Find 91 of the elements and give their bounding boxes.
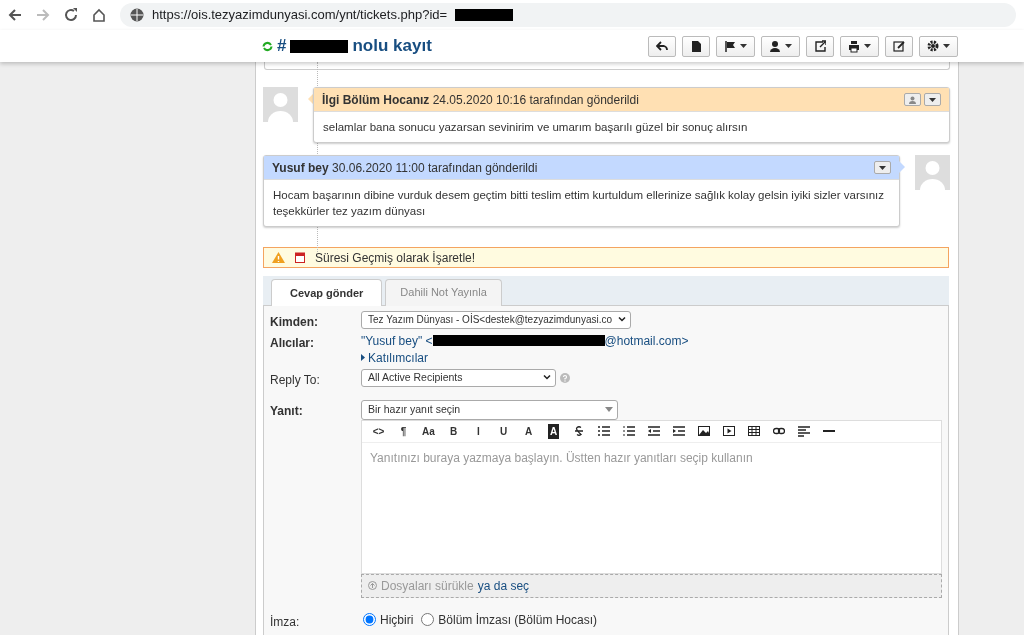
document-icon	[690, 39, 702, 53]
redaction-block	[455, 9, 514, 21]
user-icon	[769, 39, 781, 53]
field-label: Reply To:	[270, 371, 321, 389]
caret-icon	[740, 44, 747, 48]
reply-arrow-icon	[656, 39, 668, 53]
reload-icon[interactable]	[64, 8, 78, 22]
help-icon	[560, 372, 570, 383]
toolbar-button[interactable]	[682, 35, 710, 57]
caret-icon	[785, 44, 792, 48]
globe-icon	[130, 8, 144, 22]
caret-icon	[943, 44, 950, 48]
select-value: Tez Yazım Dünyası - OİS<destek@tezyazimdunyasi.co	[368, 312, 613, 327]
field-label: Alıcılar:	[270, 334, 315, 352]
bulleted-list-icon[interactable]	[597, 425, 610, 437]
format-button[interactable]: A	[541, 421, 566, 441]
share-icon	[814, 39, 826, 53]
message-meta: İlgi Bölüm Hocanız 24.05.2020 10:16 tarafından gönderildi	[322, 91, 639, 109]
toolbar-button[interactable]	[806, 35, 834, 57]
select-value: All Active Recipients	[368, 369, 463, 385]
toolbar-button[interactable]	[840, 35, 879, 57]
back-icon[interactable]	[8, 8, 22, 22]
toolbar-button[interactable]	[919, 35, 958, 57]
toolbar-button[interactable]	[716, 35, 755, 57]
align-left-icon[interactable]	[797, 425, 810, 437]
caret-right-icon	[361, 354, 365, 361]
caret-icon	[879, 165, 886, 170]
indent-icon[interactable]	[672, 425, 685, 437]
radio-button[interactable]	[363, 613, 376, 626]
caret-icon	[864, 44, 871, 48]
signature-option[interactable]: Bölüm İmzası (Bölüm Hocası)	[421, 610, 598, 629]
file-drop-zone[interactable]: Dosyaları sürükle ya da seç	[361, 573, 942, 598]
avatar-silhouette-icon	[915, 155, 950, 190]
tab[interactable]: Cevap gönder	[271, 279, 383, 306]
table-icon[interactable]	[747, 425, 760, 437]
edit-icon	[893, 39, 905, 53]
url-text: https://ois.tezyazimdunyasi.com/ynt/tickets.php?id=	[152, 6, 448, 25]
format-button[interactable]: B	[441, 421, 466, 441]
avatar-silhouette-icon	[263, 87, 298, 122]
refresh-icon[interactable]	[262, 40, 273, 52]
link-icon[interactable]	[772, 425, 785, 437]
drop-text: Dosyaları sürükle	[381, 577, 474, 595]
from-select[interactable]: Tez Yazım Dünyası - OİS<destek@tezyazimdunyasi.co	[361, 310, 632, 329]
format-button[interactable]: <>	[366, 421, 391, 441]
outdent-icon[interactable]	[647, 425, 660, 437]
signature-option[interactable]: Hiçbiri	[363, 610, 414, 629]
toolbar-button[interactable]	[885, 35, 913, 57]
strikethrough-icon[interactable]	[572, 425, 585, 437]
format-button[interactable]: Aa	[416, 421, 441, 441]
field-label: İmza:	[270, 613, 301, 631]
reply-to-select[interactable]: All Active Recipients	[361, 368, 556, 387]
user-icon	[909, 95, 916, 104]
mark-overdue-link[interactable]: Süresi Geçmiş olarak İşaretle!	[315, 248, 476, 267]
chevron-down-icon	[543, 375, 551, 380]
address-bar[interactable]: https://ois.tezyazimdunyasi.com/ynt/tickets.php?id=	[120, 3, 1016, 27]
chevron-down-icon	[605, 407, 613, 412]
participants-link[interactable]: Katılımcılar	[361, 348, 428, 367]
format-button[interactable]: U	[491, 421, 516, 441]
message-body: Hocam başarının dibine vurduk desem geçtim bitti teslim ettim kurtuldum ellerinize sağlık kolay gelsin iyiki sizler varsınız teşekkürler tez yazım dünyası	[264, 179, 899, 226]
ticket-number-prefix: #	[277, 35, 287, 58]
select-value: Bir hazır yanıt seçin	[368, 401, 461, 417]
field-label: Yanıt:	[270, 402, 304, 420]
settings-icon	[927, 39, 939, 53]
flag-icon	[724, 39, 736, 53]
radio-button[interactable]	[421, 613, 435, 626]
message-meta: Yusuf bey 30.06.2020 11:00 tarafından gönderildi	[272, 159, 538, 177]
numbered-list-icon[interactable]	[622, 425, 635, 437]
format-button[interactable]: A	[516, 421, 541, 441]
toolbar-button[interactable]	[761, 35, 800, 57]
format-button[interactable]: ¶	[391, 421, 416, 441]
dropdown-button[interactable]	[874, 161, 891, 174]
chevron-down-icon	[618, 317, 627, 322]
dropdown-button[interactable]	[924, 93, 941, 106]
upload-icon	[368, 581, 377, 590]
warning-icon	[272, 252, 285, 263]
message-body: selamlar bana sonucu yazarsan sevinirim ve umarım başarılı güzel bir sonuç alırsın	[314, 111, 949, 142]
format-button[interactable]: I	[466, 421, 491, 441]
image-icon[interactable]	[697, 425, 710, 437]
caret-icon	[929, 97, 936, 102]
choose-file-link[interactable]: ya da seç	[477, 576, 530, 595]
home-icon[interactable]	[92, 8, 106, 22]
recipient-name: "Yusuf bey" <	[361, 332, 433, 350]
field-label: Kimden:	[270, 313, 319, 331]
toolbar-button[interactable]	[648, 35, 676, 57]
canned-response-select[interactable]: Bir hazır yanıt seçin	[361, 399, 618, 420]
printer-icon	[848, 39, 860, 53]
ticket-title: nolu kayıt	[352, 35, 432, 58]
redaction-block	[290, 39, 349, 53]
recipient-domain: @hotmail.com>	[604, 332, 689, 350]
video-icon[interactable]	[722, 425, 735, 437]
calendar-icon	[295, 252, 305, 263]
